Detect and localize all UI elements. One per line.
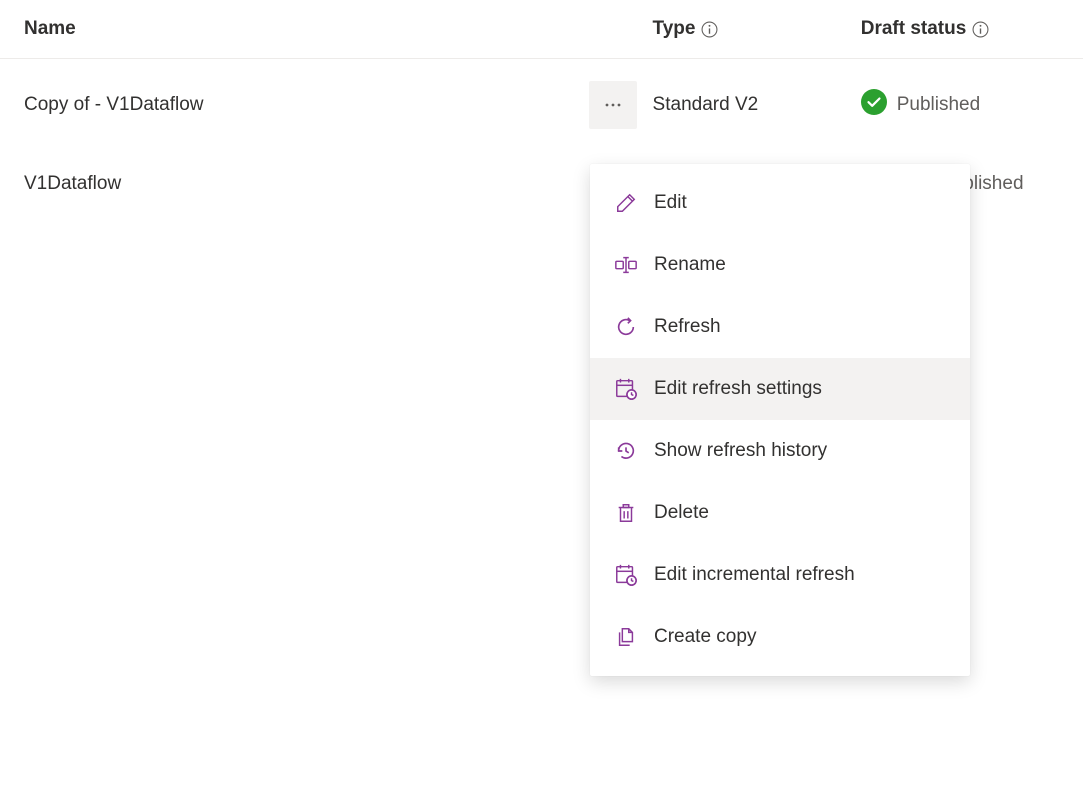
column-header-type-label: Type — [653, 18, 696, 40]
dataflow-status: Published — [861, 89, 1059, 121]
more-horizontal-icon — [603, 95, 623, 115]
menu-item-rename[interactable]: Rename — [590, 234, 970, 296]
menu-item-label: Create copy — [654, 626, 756, 648]
dataflow-type: Standard V2 — [653, 94, 861, 116]
menu-item-delete[interactable]: Delete — [590, 482, 970, 544]
calendar-clock-icon — [614, 377, 638, 401]
column-header-type[interactable]: Type — [653, 18, 861, 40]
dataflow-name[interactable]: V1Dataflow — [24, 173, 589, 195]
column-header-status[interactable]: Draft status — [861, 18, 1059, 40]
copy-icon — [614, 625, 638, 649]
dataflow-name[interactable]: Copy of - V1Dataflow — [24, 94, 589, 116]
table-row[interactable]: Copy of - V1Dataflow Standard V2 Publish… — [0, 59, 1083, 151]
menu-item-label: Show refresh history — [654, 440, 827, 462]
menu-item-label: Rename — [654, 254, 726, 276]
menu-item-label: Edit incremental refresh — [654, 564, 855, 586]
column-header-status-label: Draft status — [861, 18, 967, 40]
menu-item-edit-incremental-refresh[interactable]: Edit incremental refresh — [590, 544, 970, 606]
menu-item-label: Refresh — [654, 316, 721, 338]
context-menu: Edit Rename Refresh — [590, 164, 970, 676]
refresh-icon — [614, 315, 638, 339]
trash-icon — [614, 501, 638, 525]
more-actions-button[interactable] — [589, 81, 637, 129]
rename-icon — [614, 253, 638, 277]
menu-item-show-refresh-history[interactable]: Show refresh history — [590, 420, 970, 482]
menu-item-refresh[interactable]: Refresh — [590, 296, 970, 358]
menu-item-label: Delete — [654, 502, 709, 524]
calendar-clock-icon — [614, 563, 638, 587]
status-text: Published — [897, 94, 980, 116]
menu-item-label: Edit — [654, 192, 687, 214]
column-header-name[interactable]: Name — [24, 18, 589, 40]
pencil-icon — [614, 191, 638, 215]
menu-item-create-copy[interactable]: Create copy — [590, 606, 970, 668]
table-header: Name Type Draft status — [0, 0, 1083, 59]
history-icon — [614, 439, 638, 463]
info-icon[interactable] — [972, 21, 989, 38]
info-icon[interactable] — [701, 21, 718, 38]
menu-item-label: Edit refresh settings — [654, 378, 822, 400]
menu-item-edit[interactable]: Edit — [590, 172, 970, 234]
menu-item-edit-refresh-settings[interactable]: Edit refresh settings — [590, 358, 970, 420]
checkmark-circle-icon — [861, 89, 887, 121]
